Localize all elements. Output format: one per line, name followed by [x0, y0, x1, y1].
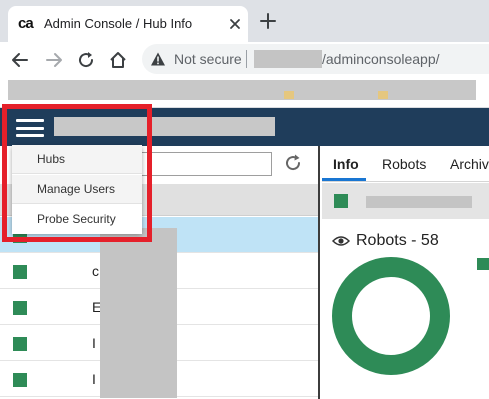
hub-detail-header: [322, 183, 489, 219]
security-status[interactable]: Not secure: [174, 51, 242, 67]
robots-donut-chart: [332, 257, 450, 375]
eye-icon: [332, 236, 350, 246]
status-ok-icon: [13, 337, 27, 351]
redacted-hub-title: [366, 196, 472, 208]
robots-count-label: Robots - 58: [356, 232, 439, 249]
status-ok-icon: [13, 373, 27, 387]
redacted-bookmarks: [8, 80, 476, 100]
menu-item-hubs[interactable]: Hubs: [12, 145, 142, 174]
browser-toolbar: Not secure /adminconsoleapp/: [0, 42, 489, 76]
hub-name: I: [92, 335, 96, 351]
browser-tab[interactable]: ca Admin Console / Hub Info: [8, 6, 248, 42]
status-ok-icon: [334, 194, 348, 208]
warning-icon[interactable]: [150, 51, 166, 67]
browser-tab-strip: ca Admin Console / Hub Info: [0, 0, 489, 42]
menu-item-probe-security[interactable]: Probe Security: [12, 205, 142, 234]
close-icon[interactable]: [226, 15, 244, 33]
hub-detail-pane: Info Robots Archive Robots - 58: [322, 146, 489, 399]
tab-archive[interactable]: Archive: [450, 156, 489, 172]
menu-item-manage-users[interactable]: Manage Users: [12, 175, 142, 204]
hamburger-icon[interactable]: [16, 118, 44, 138]
plus-icon[interactable]: [258, 11, 278, 31]
status-ok-icon: [13, 265, 27, 279]
reload-icon[interactable]: [76, 50, 96, 70]
url-path: /adminconsoleapp/: [322, 51, 440, 67]
home-icon[interactable]: [108, 50, 128, 70]
hub-search-input[interactable]: [140, 152, 272, 176]
detail-tabs: Info Robots Archive: [322, 146, 489, 182]
status-ok-icon: [13, 301, 27, 315]
hub-name: I: [92, 371, 96, 387]
tab-info[interactable]: Info: [333, 156, 359, 172]
forward-arrow-icon[interactable]: [44, 50, 64, 70]
app-header: [0, 108, 489, 146]
tab-title: Admin Console / Hub Info: [44, 16, 193, 31]
nav-menu: Hubs Manage Users Probe Security: [12, 145, 142, 234]
active-tab-indicator: [322, 178, 366, 181]
address-bar[interactable]: Not secure /adminconsoleapp/: [142, 44, 489, 74]
redacted-app-name: [54, 117, 275, 136]
bookmark-folder-icon[interactable]: [284, 91, 294, 99]
bookmark-folder-icon[interactable]: [378, 91, 388, 99]
back-arrow-icon[interactable]: [10, 50, 30, 70]
legend-swatch: [477, 258, 489, 270]
omnibox-divider: [246, 50, 247, 68]
refresh-icon[interactable]: [282, 152, 304, 174]
redacted-hub-names: [100, 228, 177, 398]
hub-name: c: [92, 263, 99, 279]
ca-favicon-icon: ca: [18, 15, 34, 32]
redacted-host: [254, 50, 322, 68]
bookmarks-bar: [0, 76, 489, 108]
tab-robots[interactable]: Robots: [382, 156, 426, 172]
